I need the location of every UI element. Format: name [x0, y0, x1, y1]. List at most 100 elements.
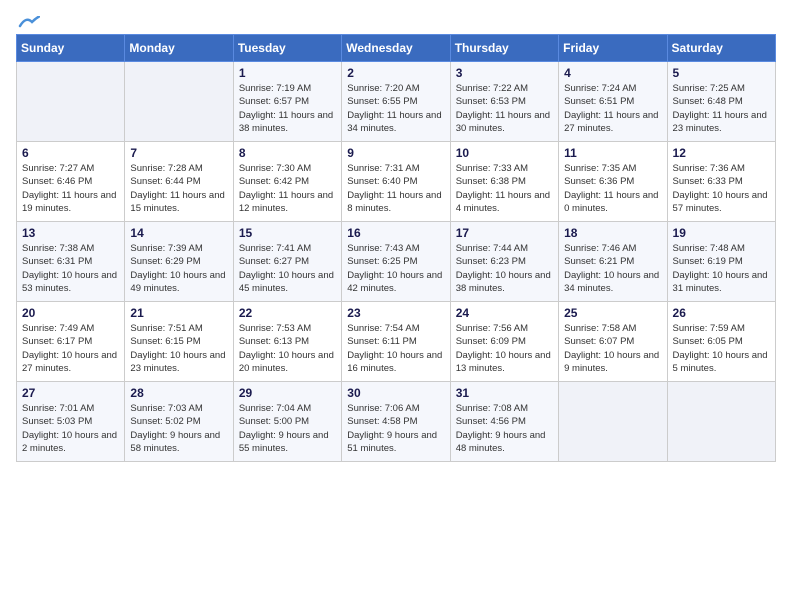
day-detail: Sunrise: 7:38 AM Sunset: 6:31 PM Dayligh… — [22, 242, 119, 295]
day-detail: Sunrise: 7:28 AM Sunset: 6:44 PM Dayligh… — [130, 162, 227, 215]
day-detail: Sunrise: 7:43 AM Sunset: 6:25 PM Dayligh… — [347, 242, 444, 295]
day-detail: Sunrise: 7:33 AM Sunset: 6:38 PM Dayligh… — [456, 162, 553, 215]
day-number: 25 — [564, 306, 661, 320]
calendar-cell: 21 Sunrise: 7:51 AM Sunset: 6:15 PM Dayli… — [125, 302, 233, 382]
day-number: 4 — [564, 66, 661, 80]
calendar-cell: 12 Sunrise: 7:36 AM Sunset: 6:33 PM Dayli… — [667, 142, 775, 222]
day-number: 21 — [130, 306, 227, 320]
day-detail: Sunrise: 7:46 AM Sunset: 6:21 PM Dayligh… — [564, 242, 661, 295]
calendar-cell: 6Sunrise: 7:27 AM Sunset: 6:46 PM Daylig… — [17, 142, 125, 222]
day-number: 8 — [239, 146, 336, 160]
day-detail: Sunrise: 7:48 AM Sunset: 6:19 PM Dayligh… — [673, 242, 770, 295]
day-number: 24 — [456, 306, 553, 320]
calendar-cell: 15 Sunrise: 7:41 AM Sunset: 6:27 PM Dayli… — [233, 222, 341, 302]
day-detail: Sunrise: 7:01 AM Sunset: 5:03 PM Dayligh… — [22, 402, 119, 455]
calendar-cell: 2 Sunrise: 7:20 AM Sunset: 6:55 PM Daylig… — [342, 62, 450, 142]
day-detail: Sunrise: 7:19 AM Sunset: 6:57 PM Dayligh… — [239, 82, 336, 135]
day-number: 2 — [347, 66, 444, 80]
logo-bird-icon — [18, 16, 40, 30]
day-number: 31 — [456, 386, 553, 400]
day-detail: Sunrise: 7:39 AM Sunset: 6:29 PM Dayligh… — [130, 242, 227, 295]
calendar-cell — [125, 62, 233, 142]
day-number: 18 — [564, 226, 661, 240]
calendar-cell: 28Sunrise: 7:03 AM Sunset: 5:02 PM Dayli… — [125, 382, 233, 462]
day-number: 22 — [239, 306, 336, 320]
day-detail: Sunrise: 7:58 AM Sunset: 6:07 PM Dayligh… — [564, 322, 661, 375]
day-number: 10 — [456, 146, 553, 160]
calendar-cell: 7 Sunrise: 7:28 AM Sunset: 6:44 PM Daylig… — [125, 142, 233, 222]
day-number: 23 — [347, 306, 444, 320]
day-detail: Sunrise: 7:25 AM Sunset: 6:48 PM Dayligh… — [673, 82, 770, 135]
day-number: 16 — [347, 226, 444, 240]
day-number: 9 — [347, 146, 444, 160]
calendar-cell: 13 Sunrise: 7:38 AM Sunset: 6:31 PM Dayli… — [17, 222, 125, 302]
calendar-cell: 18 Sunrise: 7:46 AM Sunset: 6:21 PM Dayli… — [559, 222, 667, 302]
calendar-cell: 4 Sunrise: 7:24 AM Sunset: 6:51 PM Daylig… — [559, 62, 667, 142]
day-detail: Sunrise: 7:36 AM Sunset: 6:33 PM Dayligh… — [673, 162, 770, 215]
day-number: 1 — [239, 66, 336, 80]
calendar-cell: 17 Sunrise: 7:44 AM Sunset: 6:23 PM Dayli… — [450, 222, 558, 302]
day-detail: Sunrise: 7:53 AM Sunset: 6:13 PM Dayligh… — [239, 322, 336, 375]
calendar-cell: 26 Sunrise: 7:59 AM Sunset: 6:05 PM Dayli… — [667, 302, 775, 382]
calendar-cell — [559, 382, 667, 462]
day-detail: Sunrise: 7:56 AM Sunset: 6:09 PM Dayligh… — [456, 322, 553, 375]
day-detail: Sunrise: 7:44 AM Sunset: 6:23 PM Dayligh… — [456, 242, 553, 295]
calendar-cell: 29Sunrise: 7:04 AM Sunset: 5:00 PM Dayli… — [233, 382, 341, 462]
calendar-cell: 23Sunrise: 7:54 AM Sunset: 6:11 PM Dayli… — [342, 302, 450, 382]
day-detail: Sunrise: 7:59 AM Sunset: 6:05 PM Dayligh… — [673, 322, 770, 375]
day-detail: Sunrise: 7:51 AM Sunset: 6:15 PM Dayligh… — [130, 322, 227, 375]
week-row-5: 27 Sunrise: 7:01 AM Sunset: 5:03 PM Dayli… — [17, 382, 776, 462]
calendar-cell: 24 Sunrise: 7:56 AM Sunset: 6:09 PM Dayli… — [450, 302, 558, 382]
day-detail: Sunrise: 7:08 AM Sunset: 4:56 PM Dayligh… — [456, 402, 553, 455]
week-row-4: 20 Sunrise: 7:49 AM Sunset: 6:17 PM Dayli… — [17, 302, 776, 382]
day-detail: Sunrise: 7:49 AM Sunset: 6:17 PM Dayligh… — [22, 322, 119, 375]
day-detail: Sunrise: 7:20 AM Sunset: 6:55 PM Dayligh… — [347, 82, 444, 135]
weekday-header-row: SundayMondayTuesdayWednesdayThursdayFrid… — [17, 35, 776, 62]
day-number: 20 — [22, 306, 119, 320]
weekday-header-thursday: Thursday — [450, 35, 558, 62]
day-number: 12 — [673, 146, 770, 160]
weekday-header-saturday: Saturday — [667, 35, 775, 62]
day-number: 7 — [130, 146, 227, 160]
calendar-cell: 16 Sunrise: 7:43 AM Sunset: 6:25 PM Dayli… — [342, 222, 450, 302]
weekday-header-tuesday: Tuesday — [233, 35, 341, 62]
day-number: 15 — [239, 226, 336, 240]
day-detail: Sunrise: 7:24 AM Sunset: 6:51 PM Dayligh… — [564, 82, 661, 135]
day-detail: Sunrise: 7:06 AM Sunset: 4:58 PM Dayligh… — [347, 402, 444, 455]
day-detail: Sunrise: 7:30 AM Sunset: 6:42 PM Dayligh… — [239, 162, 336, 215]
week-row-2: 6Sunrise: 7:27 AM Sunset: 6:46 PM Daylig… — [17, 142, 776, 222]
calendar-cell: 30 Sunrise: 7:06 AM Sunset: 4:58 PM Dayli… — [342, 382, 450, 462]
day-detail: Sunrise: 7:22 AM Sunset: 6:53 PM Dayligh… — [456, 82, 553, 135]
day-number: 13 — [22, 226, 119, 240]
weekday-header-sunday: Sunday — [17, 35, 125, 62]
calendar-table: SundayMondayTuesdayWednesdayThursdayFrid… — [16, 34, 776, 462]
calendar-cell: 1 Sunrise: 7:19 AM Sunset: 6:57 PM Daylig… — [233, 62, 341, 142]
weekday-header-monday: Monday — [125, 35, 233, 62]
calendar-cell: 3 Sunrise: 7:22 AM Sunset: 6:53 PM Daylig… — [450, 62, 558, 142]
calendar-cell: 14 Sunrise: 7:39 AM Sunset: 6:29 PM Dayli… — [125, 222, 233, 302]
day-number: 17 — [456, 226, 553, 240]
calendar-cell: 9 Sunrise: 7:31 AM Sunset: 6:40 PM Daylig… — [342, 142, 450, 222]
calendar-cell: 8 Sunrise: 7:30 AM Sunset: 6:42 PM Daylig… — [233, 142, 341, 222]
day-detail: Sunrise: 7:41 AM Sunset: 6:27 PM Dayligh… — [239, 242, 336, 295]
calendar-cell: 20 Sunrise: 7:49 AM Sunset: 6:17 PM Dayli… — [17, 302, 125, 382]
calendar-cell: 11Sunrise: 7:35 AM Sunset: 6:36 PM Dayli… — [559, 142, 667, 222]
day-detail: Sunrise: 7:04 AM Sunset: 5:00 PM Dayligh… — [239, 402, 336, 455]
header — [16, 16, 776, 26]
day-detail: Sunrise: 7:35 AM Sunset: 6:36 PM Dayligh… — [564, 162, 661, 215]
day-detail: Sunrise: 7:27 AM Sunset: 6:46 PM Dayligh… — [22, 162, 119, 215]
day-number: 19 — [673, 226, 770, 240]
day-number: 27 — [22, 386, 119, 400]
calendar-cell — [17, 62, 125, 142]
calendar-cell: 31 Sunrise: 7:08 AM Sunset: 4:56 PM Dayli… — [450, 382, 558, 462]
day-detail: Sunrise: 7:31 AM Sunset: 6:40 PM Dayligh… — [347, 162, 444, 215]
day-number: 14 — [130, 226, 227, 240]
weekday-header-wednesday: Wednesday — [342, 35, 450, 62]
day-number: 30 — [347, 386, 444, 400]
calendar-cell: 25 Sunrise: 7:58 AM Sunset: 6:07 PM Dayli… — [559, 302, 667, 382]
calendar-cell: 19 Sunrise: 7:48 AM Sunset: 6:19 PM Dayli… — [667, 222, 775, 302]
day-number: 26 — [673, 306, 770, 320]
day-number: 3 — [456, 66, 553, 80]
calendar-cell: 5Sunrise: 7:25 AM Sunset: 6:48 PM Daylig… — [667, 62, 775, 142]
week-row-3: 13 Sunrise: 7:38 AM Sunset: 6:31 PM Dayli… — [17, 222, 776, 302]
